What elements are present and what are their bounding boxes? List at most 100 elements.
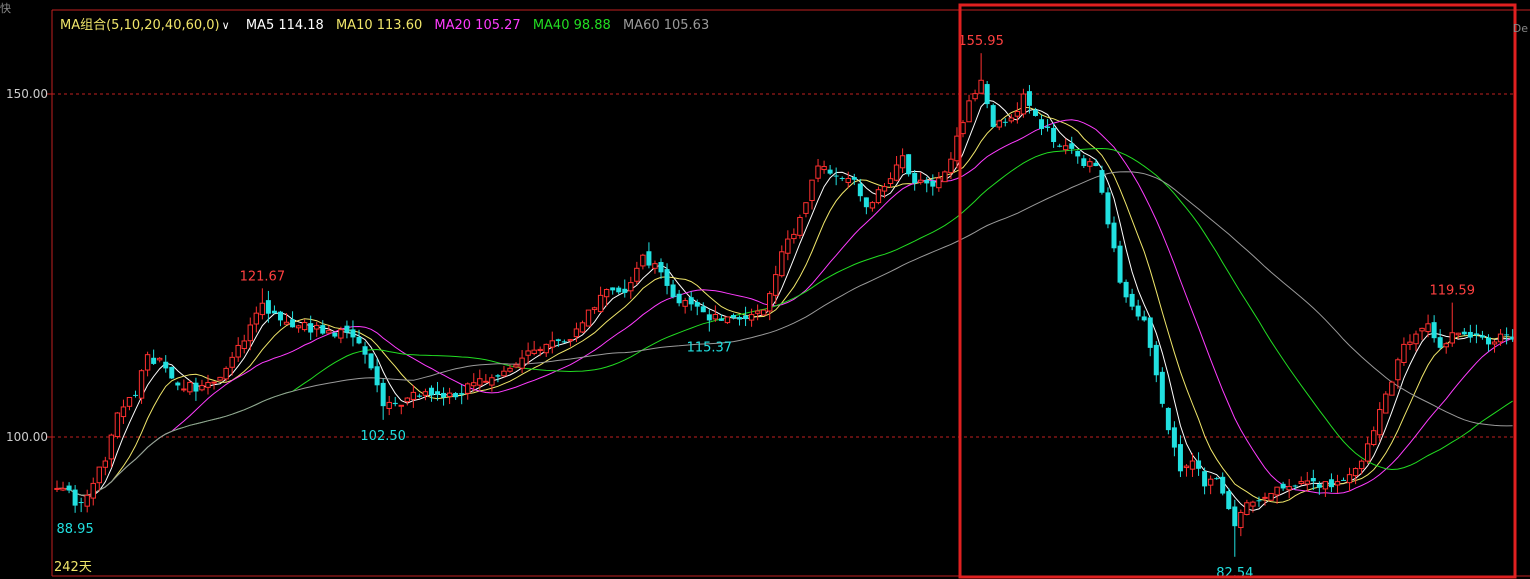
- candle-body: [591, 307, 598, 311]
- candle: [978, 53, 984, 95]
- extreme-value-label: 119.59: [1429, 284, 1475, 299]
- candle-body: [573, 328, 580, 338]
- candle-body: [253, 312, 260, 325]
- candle-body: [912, 172, 918, 184]
- candle-body: [1377, 409, 1383, 436]
- candle-body: [966, 100, 972, 123]
- candle-body: [1153, 344, 1159, 376]
- candle: [760, 309, 767, 316]
- candle-body: [144, 354, 151, 371]
- candle-body: [869, 202, 876, 209]
- candle-body: [1141, 316, 1147, 321]
- candle: [1202, 467, 1208, 495]
- candle-body: [54, 487, 60, 490]
- candle: [126, 396, 133, 411]
- candle: [1020, 88, 1027, 118]
- candle-body: [465, 383, 471, 394]
- stock-kline-chart[interactable]: 150.00 100.00 88.95 121.67 102.50 115.37 155.…: [0, 0, 1530, 579]
- candle: [453, 391, 459, 400]
- candle: [446, 387, 453, 405]
- candle-body: [839, 177, 845, 179]
- candle: [737, 315, 743, 326]
- ma-line-ma10: [56, 106, 1513, 504]
- candle: [1135, 299, 1141, 321]
- candle-body: [507, 367, 513, 372]
- candle: [350, 320, 356, 347]
- candle: [652, 260, 658, 274]
- candle: [501, 365, 507, 378]
- candle-body: [1449, 332, 1455, 344]
- candle-body: [1250, 501, 1256, 507]
- candle-body: [603, 289, 610, 298]
- candle: [875, 186, 882, 205]
- candle-body: [918, 179, 924, 183]
- candle-body: [724, 316, 731, 324]
- candle-body: [1159, 371, 1165, 404]
- candle: [1377, 402, 1383, 442]
- candle: [549, 331, 555, 354]
- candle: [428, 385, 434, 402]
- candle-body: [936, 177, 942, 189]
- candle: [1105, 187, 1111, 229]
- candle: [1207, 475, 1214, 495]
- candle-body: [906, 154, 912, 175]
- candle: [1062, 138, 1069, 155]
- candle: [1443, 341, 1449, 354]
- candle: [948, 152, 954, 180]
- candle: [1352, 467, 1359, 485]
- candle: [422, 388, 429, 401]
- candle-body: [422, 391, 429, 396]
- candle: [1153, 341, 1159, 383]
- candle-body: [1310, 477, 1316, 482]
- candle: [634, 261, 640, 285]
- candle: [96, 466, 102, 492]
- extreme-value-label: 155.95: [958, 34, 1004, 49]
- candle: [1461, 327, 1467, 336]
- candle-body: [1244, 502, 1250, 516]
- candle-body: [247, 324, 253, 342]
- candle-body: [718, 318, 724, 321]
- candle-body: [1467, 331, 1473, 338]
- candle-body: [72, 489, 78, 506]
- extreme-value-label: 88.95: [57, 522, 94, 537]
- candle-body: [1123, 281, 1129, 298]
- candle: [622, 279, 628, 298]
- candle-body: [338, 329, 344, 339]
- candle: [175, 381, 181, 391]
- candle-body: [640, 254, 646, 267]
- candle-body: [628, 282, 634, 292]
- candle-body: [1202, 471, 1208, 487]
- candle-body: [1262, 496, 1268, 499]
- candle-body: [1214, 478, 1220, 480]
- candle-body: [1081, 158, 1087, 167]
- candle-body: [1268, 492, 1274, 501]
- candle: [1039, 114, 1045, 136]
- candle-body: [845, 178, 851, 183]
- candle-body: [1383, 393, 1389, 414]
- candle: [1371, 426, 1377, 447]
- candle-body: [1069, 143, 1075, 149]
- candle: [694, 299, 700, 316]
- candle-body: [301, 322, 308, 331]
- candle-body: [555, 339, 561, 342]
- candle-body: [380, 382, 386, 407]
- candle-body: [1280, 483, 1286, 489]
- candle: [1286, 478, 1292, 499]
- candle-body: [863, 197, 869, 208]
- y-tick-label: 150.00: [6, 87, 48, 101]
- candle-body: [930, 180, 936, 187]
- candle: [144, 351, 151, 377]
- candle-body: [441, 392, 447, 398]
- candle: [163, 355, 169, 373]
- candle-body: [163, 361, 169, 369]
- candle: [1413, 330, 1419, 352]
- candle-body: [1504, 334, 1510, 336]
- candle: [942, 170, 948, 183]
- candle: [60, 481, 66, 492]
- candle-body: [519, 357, 525, 369]
- candle: [724, 316, 731, 325]
- candle-body: [96, 466, 102, 484]
- candle-body: [60, 487, 66, 491]
- candle-body: [501, 370, 507, 377]
- ma-selector[interactable]: MA组合(5,10,20,40,60,0) ∨: [60, 18, 242, 33]
